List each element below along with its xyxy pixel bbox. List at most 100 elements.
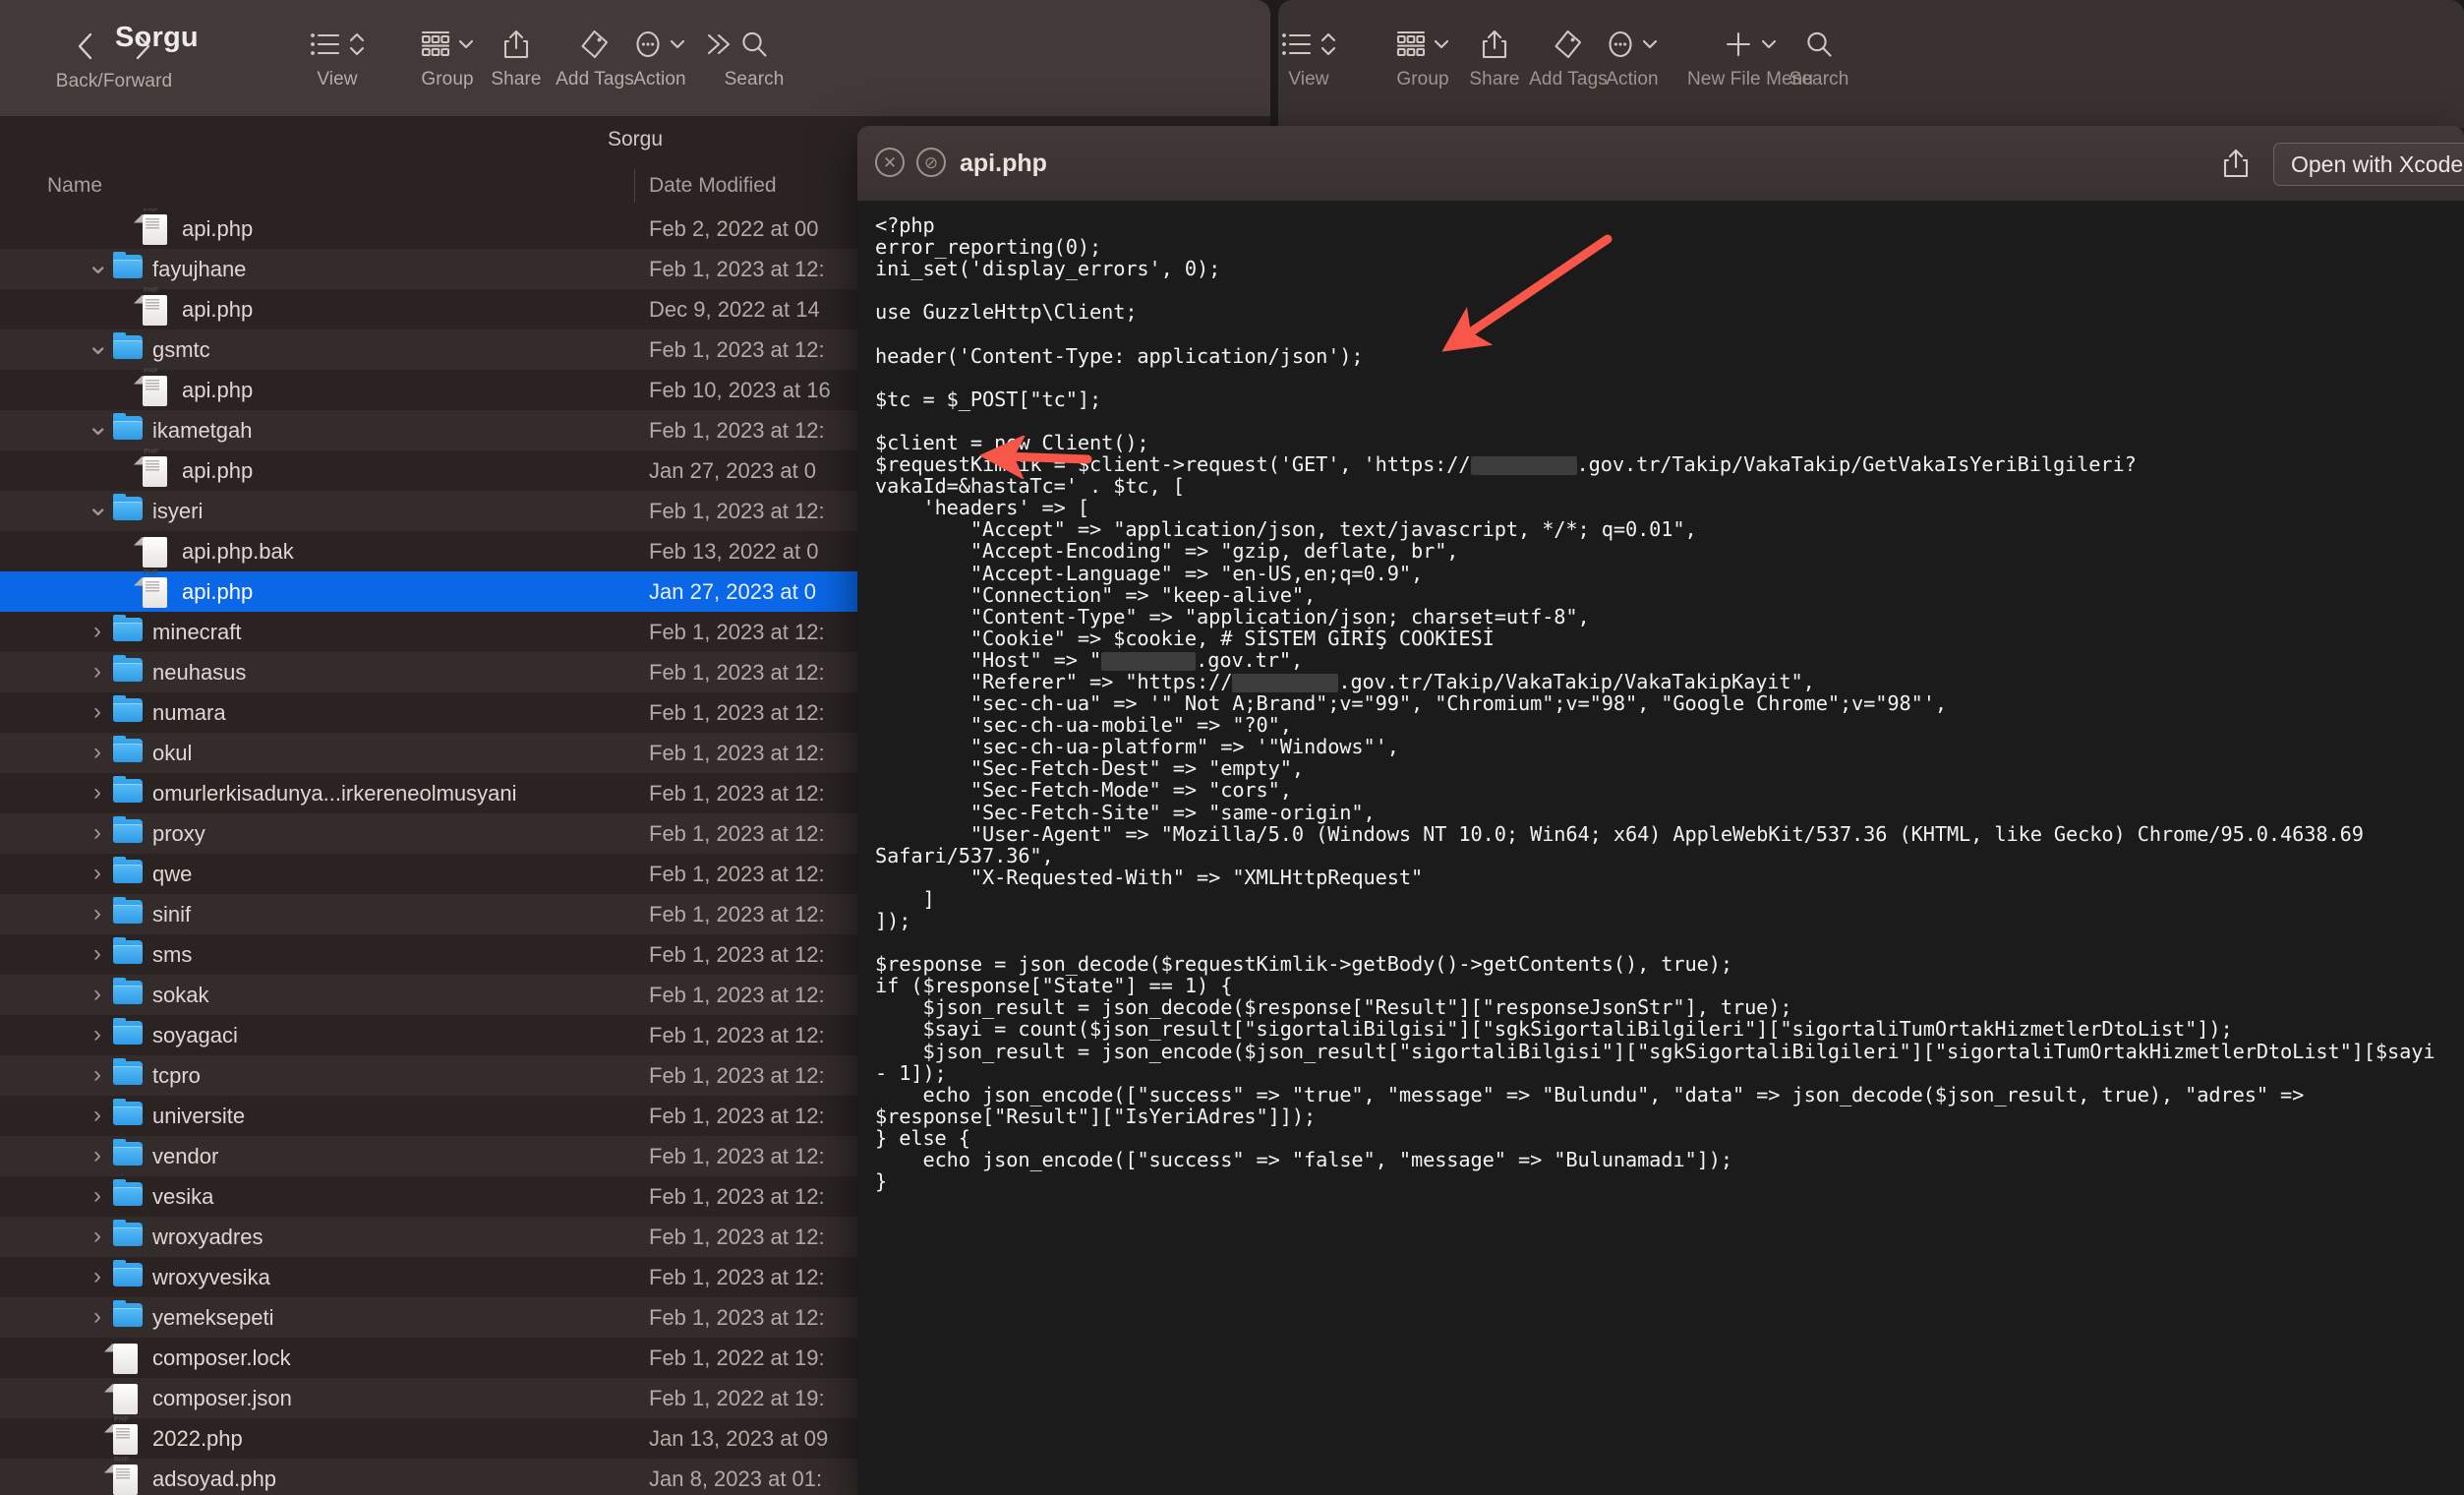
chevron-right-icon[interactable]: ›: [87, 861, 108, 885]
file-date-modified: Feb 1, 2023 at 12:: [649, 336, 825, 362]
generic-file-icon: [104, 1383, 141, 1414]
page-title: Sorgu: [115, 22, 199, 53]
ellipsis-circle-icon[interactable]: [634, 30, 662, 59]
file-date-modified: Feb 1, 2023 at 12:: [649, 740, 825, 765]
folder-icon: [113, 735, 143, 768]
file-name: proxy: [152, 820, 205, 846]
toolbar-item-label: View: [317, 69, 358, 90]
folder-icon: [113, 977, 143, 1010]
folder-icon: [113, 1178, 143, 1212]
folder-icon: [113, 1057, 143, 1091]
chevron-right-icon[interactable]: ›: [87, 780, 108, 805]
chevron-right-icon[interactable]: ›: [87, 619, 108, 643]
folder-icon: [113, 1017, 143, 1050]
file-date-modified: Feb 13, 2022 at 0: [649, 538, 819, 564]
folder-icon: [113, 614, 143, 647]
chevron-right-icon[interactable]: ›: [87, 941, 108, 966]
folder-icon: [113, 331, 143, 365]
file-name: api.php: [182, 457, 254, 483]
share-icon[interactable]: [2222, 148, 2250, 179]
file-name: fayujhane: [152, 256, 247, 281]
chevron-down-icon[interactable]: ⌄: [87, 250, 109, 278]
share-icon[interactable]: [502, 29, 530, 60]
php-file-icon: PHP: [104, 1416, 141, 1455]
file-name: api.php: [182, 377, 254, 402]
chevron-left-icon[interactable]: [74, 30, 97, 63]
close-glyph: ✕: [882, 152, 898, 172]
chevron-down-icon[interactable]: ⌄: [87, 492, 109, 520]
folder-icon: [113, 936, 143, 970]
chevron-right-icon[interactable]: ›: [87, 659, 108, 684]
chevron-right-icon[interactable]: ›: [87, 1224, 108, 1248]
quicklook-titlebar: ✕ ⊘ api.php Open with Xcode: [857, 126, 2464, 201]
file-name: okul: [152, 740, 193, 765]
chevron-right-icon[interactable]: ›: [87, 1022, 108, 1046]
chevron-right-icon[interactable]: ›: [87, 901, 108, 926]
folder-icon: [113, 775, 143, 808]
chevron-right-icon[interactable]: ›: [87, 740, 108, 764]
file-name: numara: [152, 699, 226, 725]
toolbar-item-search[interactable]: Search: [700, 22, 808, 90]
path-bar-title: Sorgu: [607, 128, 664, 150]
redaction-block: [1101, 651, 1197, 671]
chevron-right-icon[interactable]: ›: [87, 1264, 108, 1288]
quicklook-code-viewer[interactable]: <?php error_reporting(0); ini_set('displ…: [857, 201, 2464, 1495]
folder-icon: [113, 856, 143, 889]
folder-icon: [113, 1299, 143, 1333]
list-view-icon[interactable]: [1281, 31, 1313, 57]
file-date-modified: Feb 1, 2023 at 12:: [649, 1304, 825, 1330]
chevron-right-icon[interactable]: ›: [87, 1183, 108, 1208]
file-date-modified: Feb 1, 2022 at 19:: [649, 1345, 825, 1370]
file-date-modified: Feb 1, 2023 at 12:: [649, 780, 825, 806]
search-icon[interactable]: [739, 30, 769, 59]
folder-icon: [113, 251, 143, 284]
search-icon[interactable]: [1804, 30, 1834, 59]
chevron-right-icon[interactable]: ›: [87, 1143, 108, 1167]
file-name: api.php: [182, 296, 254, 322]
chevron-right-icon[interactable]: ›: [87, 1103, 108, 1127]
chevron-right-icon[interactable]: ›: [87, 1062, 108, 1087]
php-file-icon: PHP: [134, 368, 170, 406]
file-date-modified: Feb 1, 2023 at 12:: [649, 901, 825, 927]
file-name: gsmtc: [152, 336, 210, 362]
file-name: isyeri: [152, 498, 204, 523]
file-date-modified: Feb 1, 2023 at 12:: [649, 498, 825, 523]
file-name: omurlerkisadunya...irkereneolmusyani: [152, 780, 517, 806]
php-file-icon: PHP: [134, 287, 170, 326]
redaction-block: [1470, 456, 1577, 476]
file-date-modified: Feb 1, 2022 at 19:: [649, 1385, 825, 1410]
grid-group-icon[interactable]: [421, 30, 450, 58]
column-divider[interactable]: [634, 169, 635, 203]
file-name: ikametgah: [152, 417, 253, 443]
fullscreen-icon[interactable]: ⊘: [916, 148, 946, 177]
file-name: api.php: [182, 578, 254, 604]
file-date-modified: Feb 1, 2023 at 12:: [649, 1062, 825, 1088]
file-date-modified: Feb 1, 2023 at 12:: [649, 417, 825, 443]
open-with-xcode-button[interactable]: Open with Xcode: [2273, 143, 2464, 186]
chevron-right-icon[interactable]: ›: [87, 982, 108, 1006]
quicklook-window: ✕ ⊘ api.php Open with Xcode <?php error_…: [857, 126, 2464, 1495]
file-name: vesika: [152, 1183, 214, 1209]
file-date-modified: Feb 1, 2023 at 12:: [649, 1183, 825, 1209]
chevron-updown-icon[interactable]: [348, 30, 366, 59]
column-header-name[interactable]: Name: [47, 174, 102, 198]
close-icon[interactable]: ✕: [875, 148, 905, 177]
php-file-icon: PHP: [134, 448, 170, 487]
chevron-right-icon[interactable]: ›: [87, 1304, 108, 1329]
folder-icon: [113, 1138, 143, 1171]
file-date-modified: Feb 1, 2023 at 12:: [649, 1264, 825, 1289]
toolbar-item-search[interactable]: Search: [1711, 22, 1927, 90]
chevron-down-icon[interactable]: ⌄: [87, 411, 109, 440]
chevron-right-icon[interactable]: ›: [87, 699, 108, 724]
column-header-date-modified[interactable]: Date Modified: [649, 174, 777, 198]
folder-icon: [113, 412, 143, 446]
toolbar-item-view[interactable]: View: [283, 22, 391, 90]
file-date-modified: Feb 1, 2023 at 12:: [649, 1103, 825, 1128]
chevron-down-icon[interactable]: ⌄: [87, 330, 109, 359]
redaction-block: [1232, 673, 1339, 692]
list-view-icon[interactable]: [310, 31, 341, 57]
file-date-modified: Feb 1, 2023 at 12:: [649, 982, 825, 1007]
chevron-right-icon[interactable]: ›: [87, 820, 108, 845]
file-name: neuhasus: [152, 659, 247, 685]
file-name: yemeksepeti: [152, 1304, 274, 1330]
